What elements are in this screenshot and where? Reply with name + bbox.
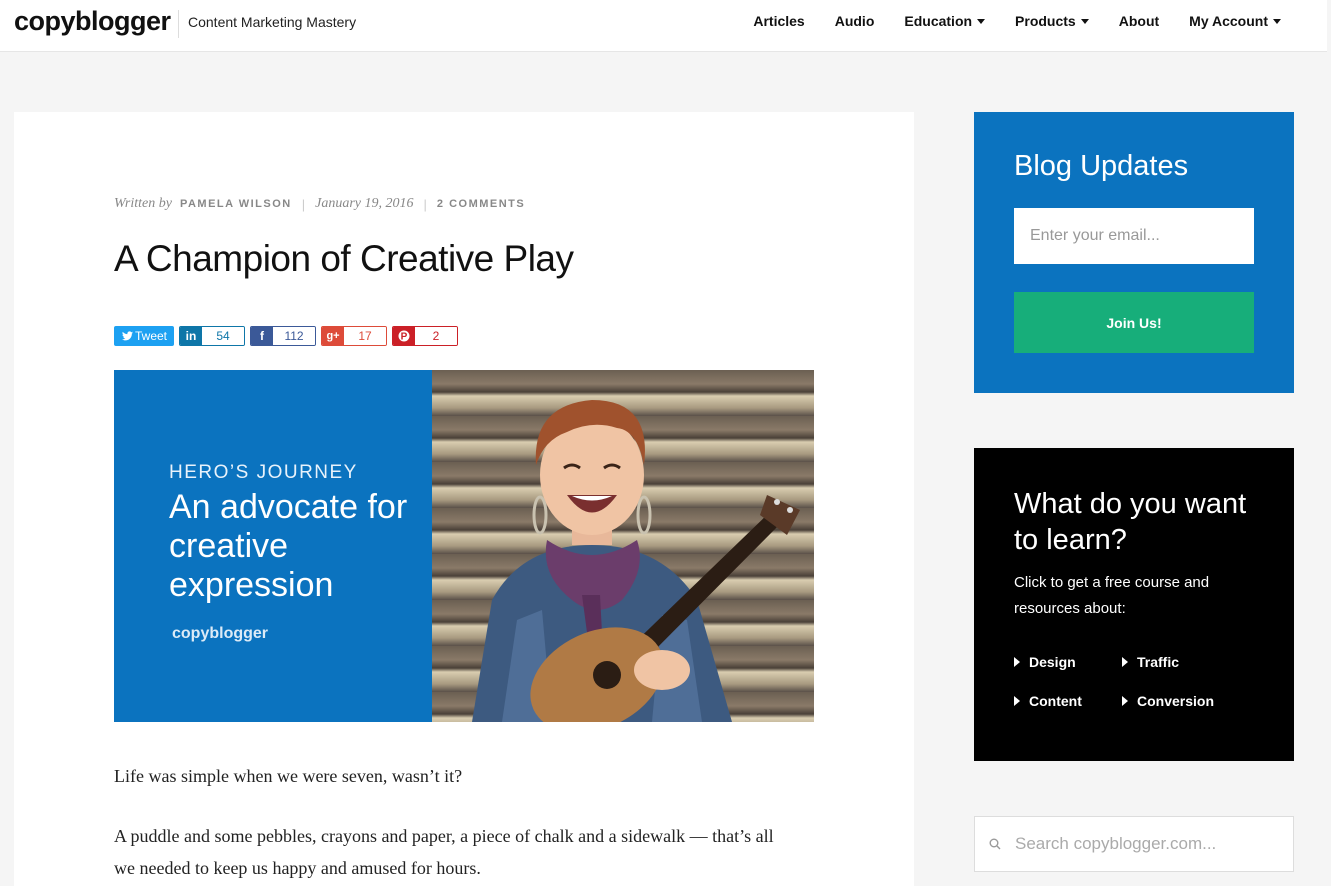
nav-articles-label: Articles [753,13,805,29]
nav-education-label: Education [904,13,973,29]
hero-image: HERO’S JOURNEY An advocate for creative … [114,370,814,722]
learn-title: What do you want to learn? [1014,488,1247,556]
scrollbar[interactable] [1327,0,1331,886]
svg-text:P: P [401,332,408,343]
byline: Written by PAMELA WILSON | January 19, 2… [114,196,525,212]
googleplus-count: 17 [344,327,387,345]
twitter-icon [119,331,135,341]
play-arrow-icon [1014,657,1020,667]
topic-conversion[interactable]: Conversion [1122,693,1214,709]
nav-about[interactable]: About [1119,13,1159,29]
topic-traffic[interactable]: Traffic [1122,654,1179,670]
written-by-label: Written by [114,196,172,211]
hero-photo [432,370,814,722]
caret-down-icon [1080,18,1089,24]
pinterest-icon: P [393,327,416,345]
pinterest-count: 2 [415,327,458,345]
hero-headline: An advocate for creative expression [169,488,408,604]
woman-with-ukulele-photo [472,400,800,722]
linkedin-share-button[interactable]: in 54 [179,326,246,346]
author-link[interactable]: PAMELA WILSON [180,198,292,210]
googleplus-icon: g+ [322,327,345,345]
topic-content[interactable]: Content [1014,693,1082,709]
caret-down-icon [977,18,986,24]
linkedin-icon: in [180,327,203,345]
search-icon [975,838,1015,850]
nav-articles[interactable]: Articles [753,13,804,29]
hero-kicker: HERO’S JOURNEY [169,462,358,483]
site-header: copyblogger Content Marketing Mastery Ar… [0,0,1331,52]
topic-label: Content [1029,693,1082,709]
caret-down-icon [1273,18,1281,24]
play-arrow-icon [1122,657,1128,667]
nav-education[interactable]: Education [904,13,986,29]
hero-brand-logo: copyblogger [172,625,269,642]
join-us-button[interactable]: Join Us! [1014,292,1254,353]
linkedin-count: 54 [202,327,245,345]
nav-about-label: About [1118,13,1160,29]
topic-label: Traffic [1137,654,1180,670]
hero-text-panel: HERO’S JOURNEY An advocate for creative … [114,370,432,722]
topic-label: Conversion [1137,693,1215,709]
post-date: January 19, 2016 [315,196,414,211]
topic-label: Design [1029,654,1076,670]
blog-updates-title: Blog Updates [1014,150,1189,182]
nav-products-label: Products [1015,13,1076,29]
search-input[interactable] [1015,834,1275,854]
article-paragraph: A puddle and some pebbles, crayons and p… [114,826,774,878]
googleplus-share-button[interactable]: g+ 17 [321,326,388,346]
nav-my-account[interactable]: My Account [1189,13,1281,29]
learn-description: Click to get a free course and resources… [1014,574,1210,617]
main-nav: Articles Audio Education Products About … [753,0,1331,42]
email-input[interactable] [1014,208,1254,264]
play-arrow-icon [1014,696,1020,706]
share-buttons: Tweet in 54 f 112 g+ 17 P 2 [114,326,459,346]
nav-audio-label: Audio [834,13,875,29]
article-title: A Champion of Creative Play [114,238,574,279]
nav-audio[interactable]: Audio [835,13,875,29]
site-logo[interactable]: copyblogger [14,6,171,37]
article-paragraph: Life was simple when we were seven, wasn… [114,766,463,786]
byline-divider: | [423,196,427,212]
tweet-button[interactable]: Tweet [114,326,175,346]
facebook-icon: f [251,327,274,345]
facebook-share-button[interactable]: f 112 [250,326,317,346]
site-tagline: Content Marketing Mastery [178,10,356,38]
article-card: Written by PAMELA WILSON | January 19, 2… [14,112,914,886]
play-arrow-icon [1122,696,1128,706]
facebook-count: 112 [273,327,316,345]
comments-link[interactable]: 2 COMMENTS [437,198,525,210]
learn-widget: What do you want to learn? Click to get … [974,448,1294,761]
topic-design[interactable]: Design [1014,654,1076,670]
byline-divider: | [301,196,306,212]
blog-updates-widget: Blog Updates Join Us! [974,112,1294,393]
nav-products[interactable]: Products [1015,13,1089,29]
pinterest-share-button[interactable]: P 2 [392,326,459,346]
site-search [974,816,1294,872]
tweet-label: Tweet [135,329,168,343]
nav-my-account-label: My Account [1189,13,1268,29]
